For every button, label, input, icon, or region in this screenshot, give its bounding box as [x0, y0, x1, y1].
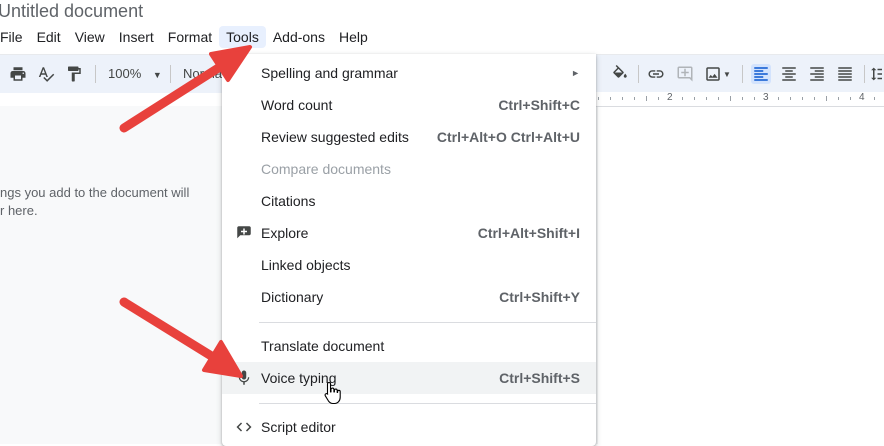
ruler-number: 3	[763, 92, 769, 103]
menu-file[interactable]: File	[0, 26, 30, 48]
menu-item-label: Review suggested edits	[261, 129, 409, 145]
document-page[interactable]	[598, 106, 884, 444]
menu-item-shortcut: Ctrl+Alt+Shift+I	[477, 225, 580, 241]
menu-item-shortcut: Ctrl+Shift+Y	[499, 289, 580, 305]
submenu-arrow-icon: ►	[571, 68, 580, 78]
toolbar-divider	[170, 65, 171, 83]
menu-item-label: Citations	[261, 193, 316, 209]
toolbar-divider	[638, 65, 639, 83]
align-left-icon[interactable]	[751, 64, 771, 84]
menu-item-compare-documents: Compare documents	[222, 153, 596, 185]
menu-tools[interactable]: Tools	[219, 26, 266, 48]
ruler-number: 2	[667, 92, 673, 103]
line-spacing-icon[interactable]	[868, 64, 884, 84]
menu-bar: File Edit View Insert Format Tools Add-o…	[0, 26, 375, 48]
menu-item-label: Translate document	[261, 338, 385, 354]
ruler: 2 3 4	[596, 92, 884, 107]
menu-divider	[259, 403, 596, 404]
microphone-icon	[234, 368, 254, 388]
chevron-down-icon[interactable]: ▼	[721, 64, 733, 84]
document-title[interactable]: Untitled document	[0, 1, 143, 22]
menu-item-label: Explore	[261, 225, 309, 241]
highlight-color-icon[interactable]	[610, 64, 630, 84]
insert-image-icon[interactable]	[703, 64, 723, 84]
menu-item-voice-typing[interactable]: Voice typing Ctrl+Shift+S	[222, 362, 596, 394]
toolbar-divider	[95, 65, 96, 83]
document-outline-pane	[0, 106, 222, 444]
paint-format-icon[interactable]	[64, 64, 84, 84]
outline-text-line: ngs you add to the document will	[0, 185, 190, 200]
align-justify-icon[interactable]	[835, 64, 855, 84]
paragraph-style-select[interactable]: Normal	[183, 66, 225, 81]
code-icon	[234, 417, 254, 437]
menu-item-linked-objects[interactable]: Linked objects	[222, 249, 596, 281]
menu-item-label: Word count	[261, 97, 333, 113]
toolbar-divider	[742, 65, 743, 83]
menu-divider	[259, 322, 596, 323]
explore-icon	[234, 223, 254, 243]
menu-item-label: Dictionary	[261, 289, 324, 305]
menu-item-label: Compare documents	[261, 161, 391, 177]
menu-insert[interactable]: Insert	[112, 26, 161, 48]
ruler-number: 4	[859, 92, 865, 103]
ruler-ticks	[598, 96, 875, 101]
spellcheck-icon[interactable]	[36, 64, 56, 84]
menu-addons[interactable]: Add-ons	[266, 26, 332, 48]
menu-item-review-suggested-edits[interactable]: Review suggested edits Ctrl+Alt+O Ctrl+A…	[222, 121, 596, 153]
chevron-down-icon: ▼	[152, 70, 162, 80]
hand-cursor-icon	[324, 381, 342, 410]
menu-help[interactable]: Help	[332, 26, 375, 48]
menu-item-shortcut: Ctrl+Shift+C	[498, 97, 580, 113]
menu-view[interactable]: View	[68, 26, 112, 48]
menu-item-translate-document[interactable]: Translate document	[222, 330, 596, 362]
align-center-icon[interactable]	[779, 64, 799, 84]
menu-item-word-count[interactable]: Word count Ctrl+Shift+C	[222, 89, 596, 121]
print-icon[interactable]	[8, 64, 28, 84]
menu-item-label: Script editor	[261, 419, 336, 435]
insert-link-icon[interactable]	[646, 64, 666, 84]
menu-item-spelling-and-grammar[interactable]: Spelling and grammar ►	[222, 57, 596, 89]
zoom-select[interactable]: 100% ▼	[108, 66, 162, 81]
add-comment-icon[interactable]	[675, 64, 695, 84]
menu-item-shortcut: Ctrl+Shift+S	[499, 370, 580, 386]
menu-item-label: Linked objects	[261, 257, 351, 273]
menu-item-explore[interactable]: Explore Ctrl+Alt+Shift+I	[222, 217, 596, 249]
align-right-icon[interactable]	[807, 64, 827, 84]
menu-format[interactable]: Format	[161, 26, 219, 48]
toolbar-divider	[864, 65, 865, 83]
tools-menu: Spelling and grammar ► Word count Ctrl+S…	[222, 54, 596, 446]
outline-text-line: r here.	[0, 203, 38, 218]
menu-item-dictionary[interactable]: Dictionary Ctrl+Shift+Y	[222, 281, 596, 313]
menu-item-citations[interactable]: Citations	[222, 185, 596, 217]
zoom-value: 100%	[108, 66, 142, 81]
menu-item-shortcut: Ctrl+Alt+O Ctrl+Alt+U	[436, 129, 580, 145]
outline-placeholder: ngs you add to the document will r here.	[0, 184, 222, 220]
menu-item-label: Spelling and grammar	[261, 65, 398, 81]
menu-edit[interactable]: Edit	[30, 26, 68, 48]
menu-item-script-editor[interactable]: Script editor	[222, 411, 596, 443]
